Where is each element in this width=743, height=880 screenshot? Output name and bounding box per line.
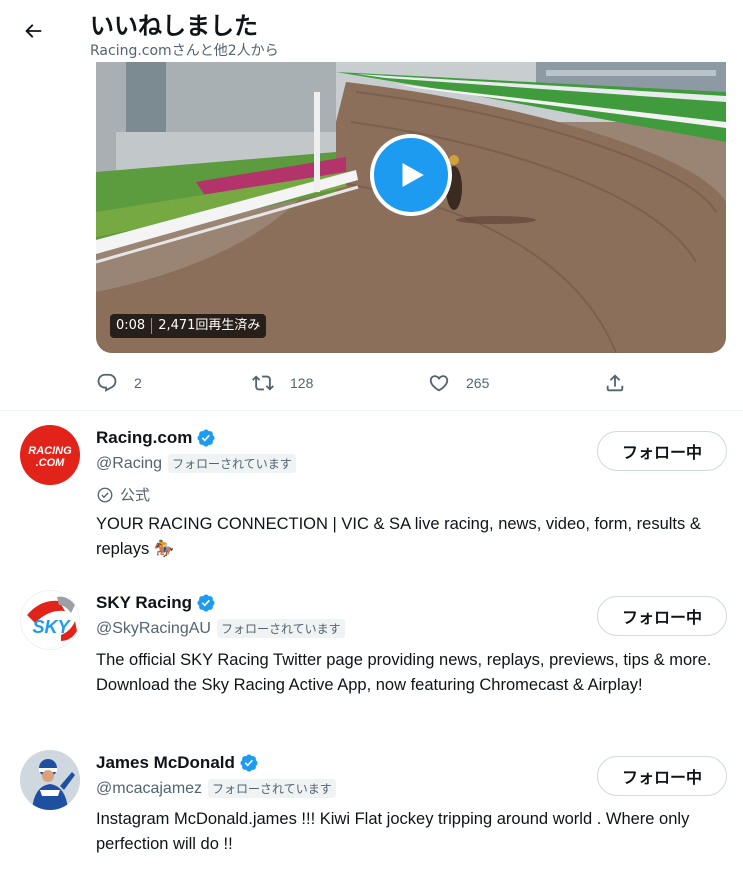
avatar[interactable] — [20, 750, 80, 810]
username-row: SKY Racing — [96, 593, 216, 613]
user-handle[interactable]: @SkyRacingAU — [96, 620, 211, 638]
handle-row: @Racing フォローされています — [96, 454, 296, 473]
like-button[interactable]: 265 — [428, 366, 489, 400]
user-handle[interactable]: @mcacajamez — [96, 780, 202, 798]
handle-row: @SkyRacingAU フォローされています — [96, 619, 345, 638]
username-row: Racing.com — [96, 428, 216, 448]
follows-you-badge: フォローされています — [208, 779, 336, 798]
display-name[interactable]: Racing.com — [96, 428, 192, 448]
following-button[interactable]: フォロー中 — [597, 596, 727, 636]
username-row: James McDonald — [96, 753, 259, 773]
following-button[interactable]: フォロー中 — [597, 756, 727, 796]
user-handle[interactable]: @Racing — [96, 455, 162, 473]
heart-icon — [429, 375, 449, 392]
back-arrow-icon — [25, 24, 42, 38]
official-label: 公式 — [120, 486, 151, 504]
page-subtitle: Racing.comさんと他2人から — [90, 43, 279, 59]
retweet-count: 128 — [290, 375, 314, 391]
tweet-actions: 2 128 265 — [0, 366, 743, 400]
reply-count: 2 — [134, 375, 142, 391]
share-icon — [606, 374, 624, 392]
avatar-logo-text-2: .COM — [36, 457, 66, 469]
video-player[interactable]: 0:08 2,471回再生済み — [96, 62, 726, 353]
avatar[interactable]: RACING .COM — [20, 425, 80, 485]
page-header: いいねしました Racing.comさんと他2人から — [0, 0, 743, 62]
display-name[interactable]: James McDonald — [96, 753, 235, 773]
video-view-count: 2,471回再生済み — [158, 318, 261, 333]
verified-badge-icon — [197, 429, 215, 447]
official-label-row: 公式 — [96, 484, 150, 505]
follows-you-badge: フォローされています — [216, 619, 345, 638]
video-timestamp: 0:08 — [116, 318, 146, 333]
sky-racing-logo: SKY — [27, 596, 77, 641]
like-count: 265 — [466, 375, 490, 391]
verified-badge-icon — [240, 754, 258, 772]
play-button[interactable] — [370, 134, 452, 216]
avatar[interactable]: SKY — [20, 590, 80, 650]
verified-badge-icon — [197, 594, 215, 612]
user-bio: YOUR RACING CONNECTION | VIC & SA live r… — [96, 515, 701, 558]
share-button[interactable] — [604, 366, 626, 400]
avatar-logo-text-1: RACING — [28, 445, 72, 457]
reply-icon — [97, 373, 117, 392]
user-photo — [20, 750, 80, 810]
official-check-icon — [97, 487, 113, 502]
play-icon — [402, 162, 424, 188]
retweet-button[interactable]: 128 — [252, 366, 313, 400]
retweet-icon — [252, 375, 274, 391]
display-name[interactable]: SKY Racing — [96, 593, 192, 613]
back-button[interactable] — [14, 12, 52, 50]
user-bio: Instagram McDonald.james !!! Kiwi Flat j… — [96, 810, 690, 853]
racing-logo: RACING .COM — [28, 445, 72, 469]
handle-row: @mcacajamez フォローされています — [96, 779, 336, 798]
reply-button[interactable]: 2 — [96, 366, 142, 400]
video-meta: 0:08 2,471回再生済み — [110, 314, 267, 338]
section-divider — [0, 410, 743, 411]
user-bio: The official SKY Racing Twitter page pro… — [96, 651, 712, 694]
page-title: いいねしました — [90, 12, 258, 40]
following-button[interactable]: フォロー中 — [597, 431, 727, 471]
follows-you-badge: フォローされています — [168, 454, 296, 473]
